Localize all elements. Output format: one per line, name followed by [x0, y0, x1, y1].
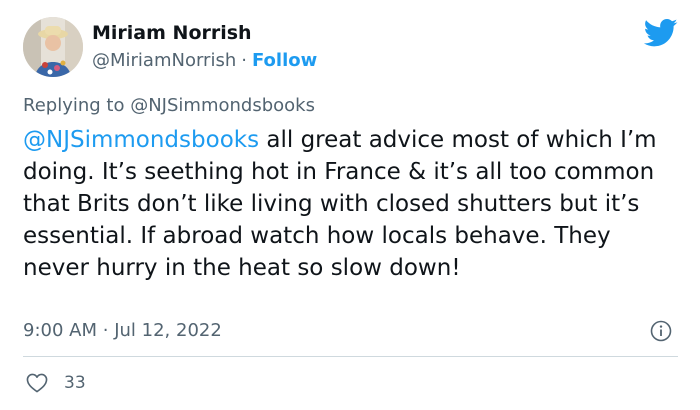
divider [23, 356, 678, 357]
tweet-time[interactable]: 9:00 AM [23, 320, 97, 341]
twitter-bird-icon[interactable] [644, 18, 678, 48]
avatar[interactable] [23, 17, 83, 77]
tweet-text: @NJSimmondsbooks all great advice most o… [23, 124, 683, 284]
reply-to-handle[interactable]: @NJSimmondsbooks [130, 95, 315, 116]
reply-prefix: Replying to [23, 95, 125, 116]
tweet-date[interactable]: Jul 12, 2022 [114, 320, 222, 341]
info-icon[interactable] [650, 320, 672, 342]
display-name[interactable]: Miriam Norrish [92, 22, 252, 44]
reply-context: Replying to @NJSimmondsbooks [23, 95, 315, 116]
user-handle[interactable]: @MiriamNorrish [92, 50, 236, 71]
handle-row: @MiriamNorrish · Follow [92, 50, 317, 71]
heart-icon[interactable] [26, 373, 48, 393]
like-count: 33 [64, 373, 86, 393]
handle-separator: · [241, 50, 247, 71]
follow-button[interactable]: Follow [252, 50, 317, 71]
timestamp-separator: · [102, 320, 109, 341]
mention-link[interactable]: @NJSimmondsbooks [23, 127, 259, 153]
timestamp[interactable]: 9:00 AM · Jul 12, 2022 [23, 320, 222, 341]
avatar-image [23, 17, 83, 77]
